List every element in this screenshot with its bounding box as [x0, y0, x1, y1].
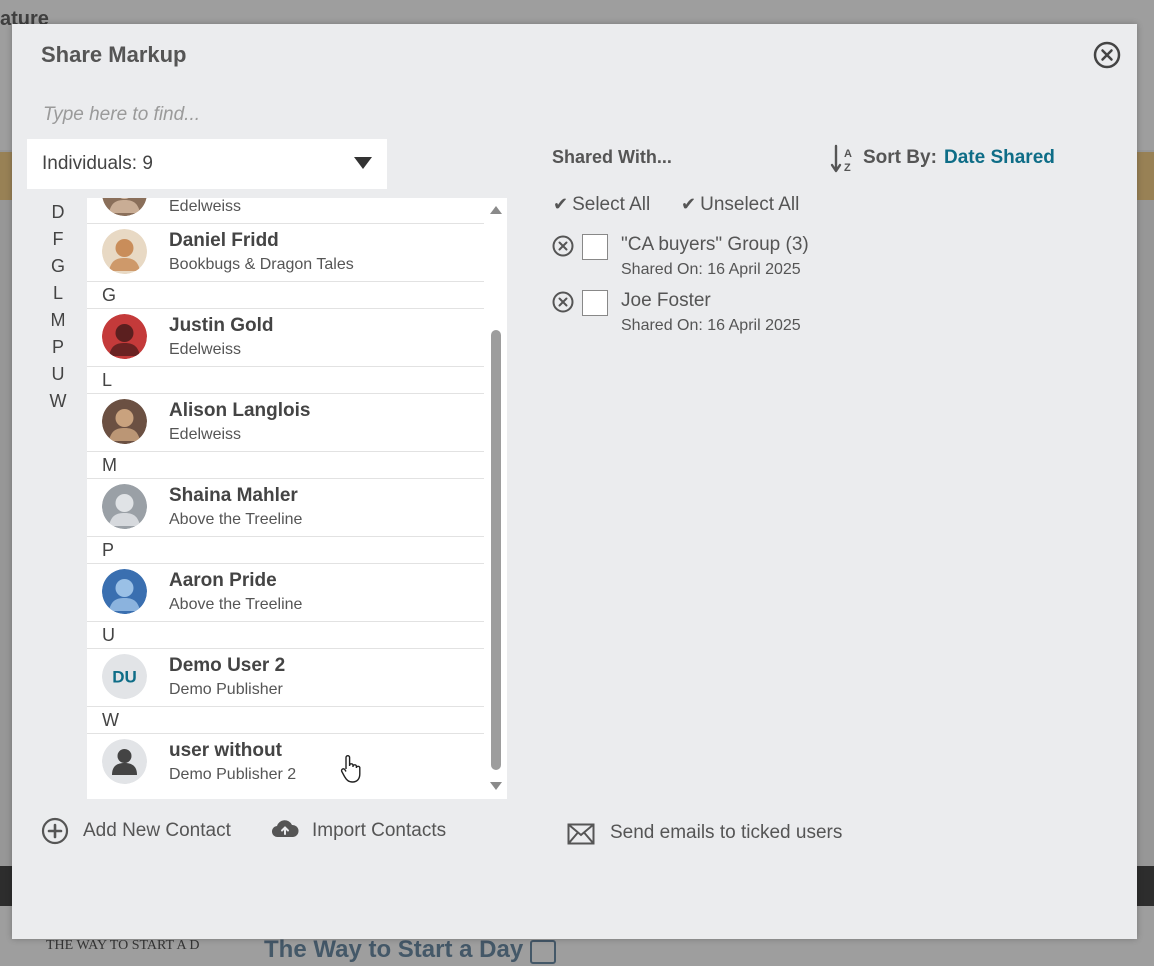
- shared-item-name: Joe Foster: [621, 290, 711, 311]
- add-new-contact-label: Add New Contact: [83, 820, 231, 841]
- shared-item: "CA buyers" Group (3) Shared On: 16 Apri…: [552, 234, 992, 286]
- avatar: [102, 198, 147, 216]
- contact-name: user without: [169, 740, 282, 761]
- remove-share-icon[interactable]: [552, 291, 574, 313]
- scroll-up-arrow-icon[interactable]: [490, 206, 502, 214]
- contact-name: Alison Langlois: [169, 400, 311, 421]
- avatar: [102, 484, 147, 529]
- sort-by-value-link[interactable]: Date Shared: [944, 147, 1055, 169]
- dialog-title: Share Markup: [41, 42, 187, 67]
- alphabet-index-letter[interactable]: D: [48, 202, 68, 229]
- contact-row[interactable]: Shaina Mahler Above the Treeline: [87, 479, 484, 537]
- alphabet-index-letter[interactable]: W: [48, 391, 68, 418]
- cloud-upload-icon: [270, 817, 300, 849]
- svg-text:Z: Z: [844, 162, 851, 174]
- contact-organization: Bookbugs & Dragon Tales: [169, 256, 354, 273]
- contact-organization: Demo Publisher 2: [169, 766, 297, 783]
- letter-group-header: P: [87, 537, 484, 564]
- avatar: [102, 569, 147, 614]
- avatar: [102, 739, 147, 784]
- avatar: [102, 399, 147, 444]
- letter-group-header: G: [87, 282, 484, 309]
- alphabet-index-letter[interactable]: G: [48, 256, 68, 283]
- letter-group-header: L: [87, 367, 484, 394]
- alphabet-index-letter[interactable]: P: [48, 337, 68, 364]
- letter-group-header: M: [87, 452, 484, 479]
- chevron-down-icon: [354, 157, 372, 169]
- checkmark-icon: ✔: [553, 194, 569, 214]
- contact-list: Edelweiss Daniel Fridd Bookbugs & Dragon T…: [87, 198, 507, 799]
- svg-text:A: A: [844, 148, 852, 160]
- contact-row[interactable]: user without Demo Publisher 2: [87, 734, 457, 791]
- contact-organization: Edelweiss: [169, 426, 242, 443]
- hand-cursor-icon: [340, 754, 362, 789]
- contact-row[interactable]: Edelweiss: [87, 198, 484, 224]
- contact-row[interactable]: Alison Langlois Edelweiss: [87, 394, 484, 452]
- contact-name: Demo User 2: [169, 655, 286, 676]
- shared-item-date: Shared On: 16 April 2025: [621, 317, 801, 334]
- contact-organization: Above the Treeline: [169, 511, 303, 528]
- contact-row[interactable]: Aaron Pride Above the Treeline: [87, 564, 484, 622]
- contact-name: Justin Gold: [169, 315, 274, 336]
- contact-row[interactable]: DU Demo User 2 Demo Publisher: [87, 649, 484, 707]
- scrollbar[interactable]: [485, 198, 507, 799]
- plus-circle-icon: [41, 817, 69, 851]
- contact-organization: Edelweiss: [169, 341, 242, 358]
- alphabet-index: DFGLMPUW: [48, 202, 68, 418]
- alphabet-index-letter[interactable]: L: [48, 283, 68, 310]
- close-icon[interactable]: [1093, 41, 1121, 69]
- avatar: [102, 229, 147, 274]
- unselect-all-button[interactable]: ✔ Unselect All: [681, 194, 799, 216]
- contact-name: Aaron Pride: [169, 570, 277, 591]
- contact-type-dropdown[interactable]: Individuals: 9: [27, 139, 387, 189]
- unselect-all-label: Unselect All: [700, 194, 800, 215]
- share-checkbox[interactable]: [582, 290, 608, 316]
- alphabet-index-letter[interactable]: F: [48, 229, 68, 256]
- avatar: [102, 314, 147, 359]
- svg-text:DU: DU: [112, 668, 137, 687]
- shared-item: Joe Foster Shared On: 16 April 2025: [552, 290, 992, 342]
- remove-share-icon[interactable]: [552, 235, 574, 257]
- share-markup-dialog: Share Markup Individuals: 9 DFGLMPUW Ede…: [12, 24, 1137, 939]
- contact-organization: Demo Publisher: [169, 681, 283, 698]
- send-emails-label: Send emails to ticked users: [610, 822, 843, 843]
- alphabet-index-letter[interactable]: U: [48, 364, 68, 391]
- dropdown-selected-value: Individuals: 9: [42, 153, 153, 174]
- select-all-label: Select All: [572, 194, 651, 215]
- avatar: DU: [102, 654, 147, 699]
- scrollbar-thumb[interactable]: [491, 330, 501, 770]
- share-checkbox[interactable]: [582, 234, 608, 260]
- shared-item-date: Shared On: 16 April 2025: [621, 261, 801, 278]
- shared-with-heading: Shared With...: [552, 147, 672, 167]
- sort-alpha-icon: A Z: [830, 144, 858, 180]
- contact-row[interactable]: Justin Gold Edelweiss: [87, 309, 484, 367]
- contact-organization: Above the Treeline: [169, 596, 303, 613]
- search-input[interactable]: [41, 99, 485, 131]
- import-contacts-label: Import Contacts: [312, 820, 447, 841]
- letter-group-header: U: [87, 622, 484, 649]
- select-all-button[interactable]: ✔ Select All: [553, 194, 650, 216]
- alphabet-index-letter[interactable]: M: [48, 310, 68, 337]
- checkmark-icon: ✔: [681, 194, 697, 214]
- shared-item-name: "CA buyers" Group (3): [621, 234, 809, 255]
- sort-by-label: Sort By:: [863, 147, 937, 168]
- contact-organization: Edelweiss: [169, 198, 242, 215]
- contact-name: Daniel Fridd: [169, 230, 279, 251]
- contact-row[interactable]: Daniel Fridd Bookbugs & Dragon Tales: [87, 224, 484, 282]
- scroll-down-arrow-icon[interactable]: [490, 782, 502, 790]
- envelope-icon: [567, 823, 595, 851]
- letter-group-header: W: [87, 707, 484, 734]
- contact-list-items: Edelweiss Daniel Fridd Bookbugs & Dragon T…: [87, 198, 484, 791]
- contact-name: Shaina Mahler: [169, 485, 298, 506]
